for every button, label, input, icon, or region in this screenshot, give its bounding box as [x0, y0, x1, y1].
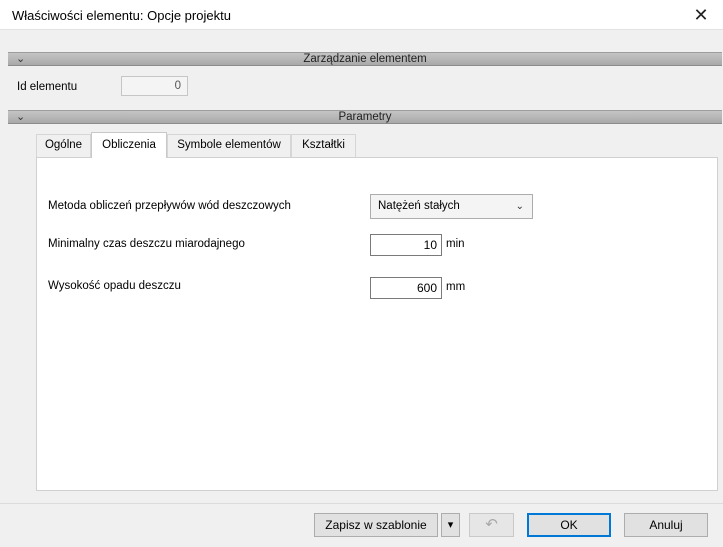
- rain-height-input[interactable]: 600: [370, 277, 442, 299]
- min-rain-time-label: Minimalny czas deszczu miarodajnego: [48, 238, 245, 250]
- undo-button[interactable]: ↶: [469, 513, 514, 537]
- save-template-dropdown-button[interactable]: ▾: [441, 513, 460, 537]
- rain-height-unit: mm: [446, 281, 466, 293]
- section-parameters-title: Parametry: [338, 111, 392, 123]
- undo-icon: ↶: [485, 516, 498, 533]
- footer-separator: [0, 503, 723, 504]
- cancel-button[interactable]: Anuluj: [624, 513, 708, 537]
- title-bar: Właściwości elementu: Opcje projektu ✕: [0, 0, 723, 30]
- tab-fittings[interactable]: Kształtki: [291, 134, 356, 157]
- element-id-label: Id elementu: [17, 81, 78, 93]
- window-title: Właściwości elementu: Opcje projektu: [12, 8, 231, 23]
- close-button[interactable]: ✕: [679, 0, 723, 30]
- tab-element-symbols[interactable]: Symbole elementów: [167, 134, 291, 157]
- min-rain-time-input[interactable]: 10: [370, 234, 442, 256]
- section-management-title: Zarządzanie elementem: [303, 53, 427, 65]
- tab-general[interactable]: Ogólne: [36, 134, 91, 157]
- tab-panel-calculations: Metoda obliczeń przepływów wód deszczowy…: [36, 157, 718, 491]
- close-icon: ✕: [693, 4, 709, 25]
- dropdown-arrow-icon: ▾: [447, 519, 454, 531]
- calc-method-select[interactable]: Natężeń stałych ⌄: [370, 194, 533, 219]
- ok-button[interactable]: OK: [527, 513, 611, 537]
- min-rain-time-unit: min: [446, 238, 465, 250]
- section-management[interactable]: ⌄ Zarządzanie elementem: [8, 52, 722, 66]
- calc-method-value: Natężeń stałych: [378, 200, 460, 212]
- save-template-button[interactable]: Zapisz w szablonie: [314, 513, 438, 537]
- calc-method-label: Metoda obliczeń przepływów wód deszczowy…: [48, 200, 291, 212]
- element-id-field: 0: [121, 76, 188, 96]
- section-parameters[interactable]: ⌄ Parametry: [8, 110, 722, 124]
- dropdown-arrow-icon: ⌄: [515, 201, 524, 212]
- tab-calculations[interactable]: Obliczenia: [91, 132, 167, 158]
- rain-height-label: Wysokość opadu deszczu: [48, 280, 181, 292]
